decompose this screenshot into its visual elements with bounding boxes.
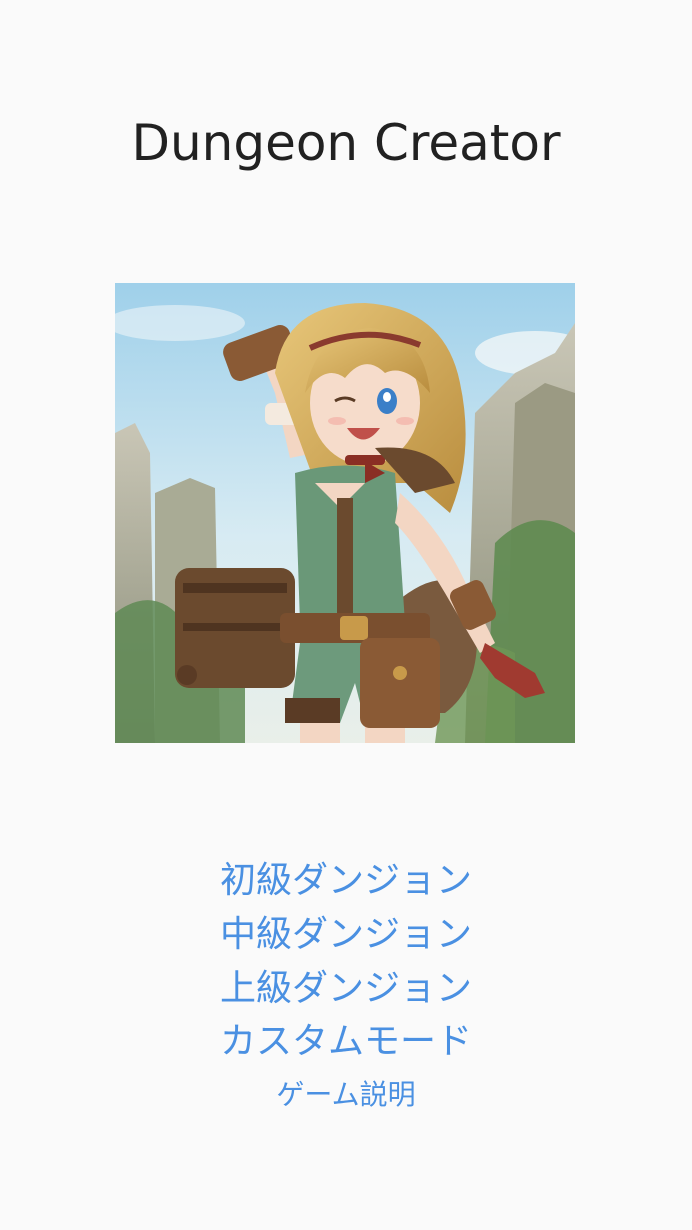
- custom-mode-link[interactable]: カスタムモード: [0, 1017, 692, 1067]
- game-instructions-link[interactable]: ゲーム説明: [0, 1075, 692, 1115]
- intermediate-dungeon-link[interactable]: 中級ダンジョン: [0, 910, 692, 960]
- adventurer-girl-illustration: [115, 283, 575, 743]
- app-title: Dungeon Creator: [131, 114, 561, 172]
- title-screen: Dungeon Creator 初級ダンジョン 中級ダンジョン 上級ダンジョン …: [0, 0, 692, 1230]
- beginner-dungeon-link[interactable]: 初級ダンジョン: [0, 856, 692, 906]
- hero-image: [115, 283, 575, 743]
- advanced-dungeon-link[interactable]: 上級ダンジョン: [0, 964, 692, 1014]
